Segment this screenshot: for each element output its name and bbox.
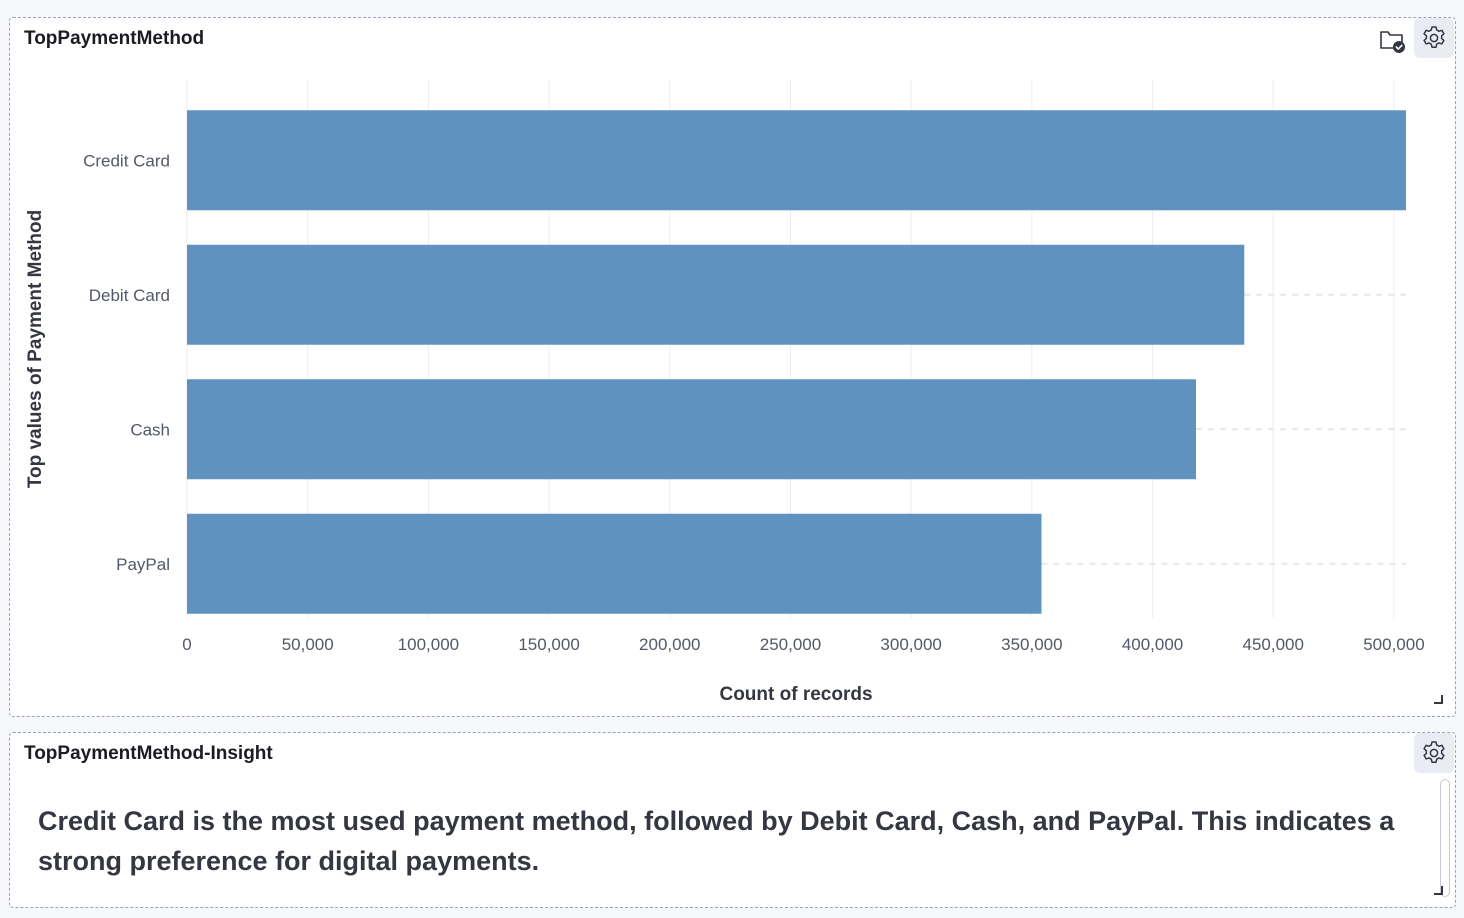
x-tick-label: 200,000 [639, 635, 700, 654]
bar-credit-card[interactable] [187, 110, 1406, 211]
chart-panel: TopPaymentMethod Credit Card Debit Card Ca… [9, 17, 1456, 717]
x-tick-label: 250,000 [760, 635, 821, 654]
x-tick-label: 150,000 [518, 635, 579, 654]
x-tick-labels: 0 50,000 100,000 150,000 200,000 250,000 300,0… [182, 635, 1424, 654]
scrollbar[interactable] [1440, 779, 1450, 897]
y-tick-label: PayPal [116, 555, 170, 574]
y-tick-label: Cash [130, 420, 170, 439]
bar-debit-card[interactable] [187, 244, 1245, 345]
x-tick-label: 100,000 [398, 635, 459, 654]
x-tick-label: 400,000 [1122, 635, 1183, 654]
x-tick-label: 300,000 [880, 635, 941, 654]
bar-paypal[interactable] [187, 513, 1042, 614]
x-tick-label: 450,000 [1243, 635, 1304, 654]
bar-chart: Credit Card Debit Card Cash PayPal 0 50,000 1… [25, 80, 1425, 705]
x-tick-label: 0 [182, 635, 191, 654]
y-axis-label: Top values of Payment Method [25, 210, 46, 488]
gear-icon[interactable] [1414, 733, 1454, 773]
y-tick-labels: Credit Card Debit Card Cash PayPal [83, 151, 170, 574]
insight-panel: TopPaymentMethod-Insight Credit Card is … [9, 732, 1456, 908]
panel-title: TopPaymentMethod-Insight [24, 743, 273, 764]
y-tick-label: Debit Card [89, 286, 170, 305]
bars [187, 110, 1406, 614]
x-axis-label: Count of records [719, 684, 872, 705]
x-tick-label: 350,000 [1001, 635, 1062, 654]
bar-cash[interactable] [187, 379, 1196, 480]
x-tick-label: 500,000 [1363, 635, 1424, 654]
resize-handle[interactable] [1434, 886, 1443, 895]
y-tick-label: Credit Card [83, 151, 170, 170]
x-tick-label: 50,000 [282, 635, 334, 654]
resize-handle[interactable] [1434, 695, 1443, 704]
insight-text: Credit Card is the most used payment met… [38, 806, 1395, 876]
